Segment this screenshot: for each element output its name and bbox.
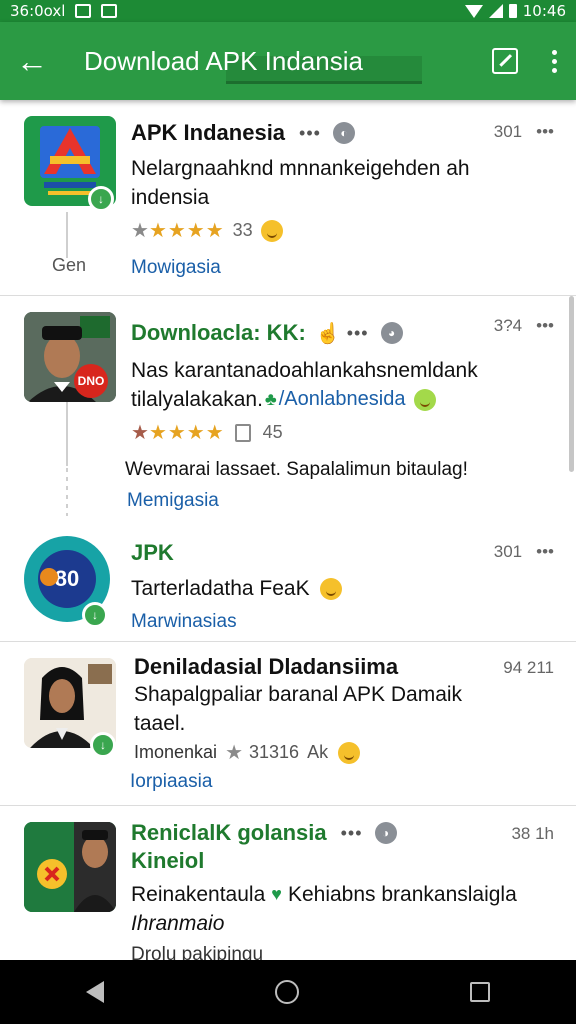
verified-badge-icon: ↓ — [90, 732, 116, 758]
brand-badge: DNO — [74, 364, 108, 398]
list-item[interactable]: 80 ↓ 301 ••• JPK Tarterladatha FeaK Marw… — [0, 536, 576, 642]
side-label: Gen — [52, 255, 87, 275]
review-text: Wevmarai lassaet. Sapalalimun bitaulag! — [125, 459, 468, 480]
timeline-connector — [66, 212, 68, 258]
notification-icon — [75, 4, 92, 18]
partial-line: Drolu pakipingu — [131, 944, 264, 960]
recents-square-icon[interactable] — [470, 982, 491, 1002]
rating-stars-icon: ★★★★ — [148, 220, 225, 242]
star-icon: ★ — [131, 422, 149, 444]
app-bar-title-wrap: Download APK Indansia — [84, 38, 424, 84]
leaf-icon: ♥ — [271, 884, 282, 904]
smiley-emoji-icon — [260, 219, 283, 242]
user-circle-icon: ◐ — [332, 122, 355, 144]
list-item[interactable]: DNO 3?4 ••• Downloacla: KK: ☝ ••• ◕ Nas … — [0, 296, 576, 542]
stats-value: 31316 — [249, 742, 300, 762]
item-content: Deniladasial Dladansiima Shapalgpaliar b… — [130, 654, 554, 793]
home-circle-icon[interactable] — [274, 980, 299, 1004]
more-vertical-icon[interactable] — [548, 49, 560, 73]
verified-badge-icon: ↓ — [82, 602, 108, 628]
back-triangle-icon[interactable] — [85, 981, 104, 1003]
list-item[interactable]: ↓ 94 211 Deniladasial Dladansiima Shapal… — [0, 642, 576, 806]
emoji-icon — [413, 388, 436, 411]
app-icon — [24, 822, 116, 912]
item-content: JPK Tarterladatha FeaK Marwinasias — [131, 540, 554, 633]
description-link[interactable]: /Aonlabnesida — [279, 388, 406, 411]
battery-icon — [508, 4, 517, 18]
star-icon: ★ — [225, 742, 243, 764]
app-name-line-2: Kineiol — [131, 848, 205, 873]
smiley-emoji-icon — [338, 741, 361, 764]
status-time-left: 36:0oxl — [10, 2, 66, 20]
app-description-line-2: Kehiabns brankanslaigla — [287, 883, 517, 906]
app-description-line-3: Ihranmaio — [131, 912, 225, 935]
app-description-line-2: indensia — [131, 186, 210, 209]
bookmark-icon — [234, 423, 251, 442]
smiley-emoji-icon — [319, 577, 342, 600]
app-list: ↓ Gen 301 ••• APK Indanesia ••• ◐ Nelarg… — [0, 100, 576, 960]
app-description-line-1: Shapalgpaliar baranal APK Damaik — [134, 683, 463, 706]
developer-link[interactable]: Memigasia — [127, 490, 554, 512]
leaf-icon: ♣ — [264, 389, 277, 409]
dots-icon: ••• — [299, 122, 321, 143]
stats-suffix: Ak — [307, 742, 329, 762]
app-description-line-2: tilalyalakakan. — [131, 388, 263, 411]
timeline-connector — [66, 402, 68, 466]
star-icon: ★ — [131, 220, 149, 242]
verified-badge-icon: ↓ — [88, 186, 114, 212]
thumbs-up-icon: ☝ — [315, 322, 341, 345]
app-description-line-1: Reinakentaula — [131, 883, 266, 906]
person-portrait-icon — [24, 822, 116, 912]
item-content: ReniclalK golansia ••• ◑ Kineiol Reinake… — [131, 820, 554, 960]
app-description-line-1: Nelargnaahknd mnnankeigehden ah — [131, 157, 470, 180]
list-item[interactable]: 38 1h ReniclalK golansia ••• ◑ Kineiol R… — [0, 806, 576, 960]
edit-icon[interactable] — [492, 48, 518, 74]
wifi-icon — [464, 4, 483, 18]
developer-link[interactable]: Marwinasias — [131, 611, 554, 633]
app-icon: DNO — [24, 312, 116, 402]
status-bar: 36:0oxl 10:46 — [0, 0, 576, 22]
app-bar: ← Download APK Indansia — [0, 22, 576, 100]
developer-link[interactable]: Mowigasia — [131, 257, 554, 279]
page-title: Download APK Indansia — [84, 45, 363, 76]
user-circle-icon: ◕ — [380, 322, 403, 344]
back-arrow-icon[interactable]: ← — [16, 45, 56, 77]
orange-dot-icon — [40, 568, 58, 586]
app-description-line-1: Tarterladatha FeaK — [131, 577, 310, 600]
stats-prefix: Imonenkai — [134, 742, 218, 762]
developer-link[interactable]: Iorpiaasia — [130, 771, 554, 793]
timeline-dashed-connector — [66, 468, 68, 516]
app-name: Deniladasial Dladansiima — [134, 654, 399, 679]
app-name: Downloacla: KK: — [131, 320, 306, 345]
app-description-line-2: taael. — [134, 712, 186, 735]
rating-count: 33 — [232, 220, 253, 240]
rating-stars-icon: ★★★★ — [148, 422, 225, 444]
item-content: Downloacla: KK: ☝ ••• ◕ Nas karantanadoa… — [125, 320, 554, 512]
system-nav-bar — [0, 960, 576, 1024]
user-circle-icon: ◑ — [374, 822, 397, 844]
signal-icon — [488, 4, 503, 18]
app-name: APK Indanesia — [131, 120, 286, 145]
list-item[interactable]: ↓ Gen 301 ••• APK Indanesia ••• ◐ Nelarg… — [0, 100, 576, 296]
dots-icon: ••• — [346, 322, 369, 343]
notification-icon-2 — [101, 4, 118, 18]
app-name: ReniclalK golansia — [131, 820, 327, 845]
dots-icon: ••• — [340, 822, 363, 843]
item-content: APK Indanesia ••• ◐ Nelargnaahknd mnnank… — [131, 120, 554, 279]
app-description-line-1: Nas karantanadoahlankahsnemldank — [131, 359, 478, 382]
app-name: JPK — [131, 540, 174, 565]
status-time-right: 10:46 — [522, 2, 566, 20]
rating-count: 45 — [262, 422, 283, 442]
scrollbar[interactable] — [569, 296, 574, 472]
